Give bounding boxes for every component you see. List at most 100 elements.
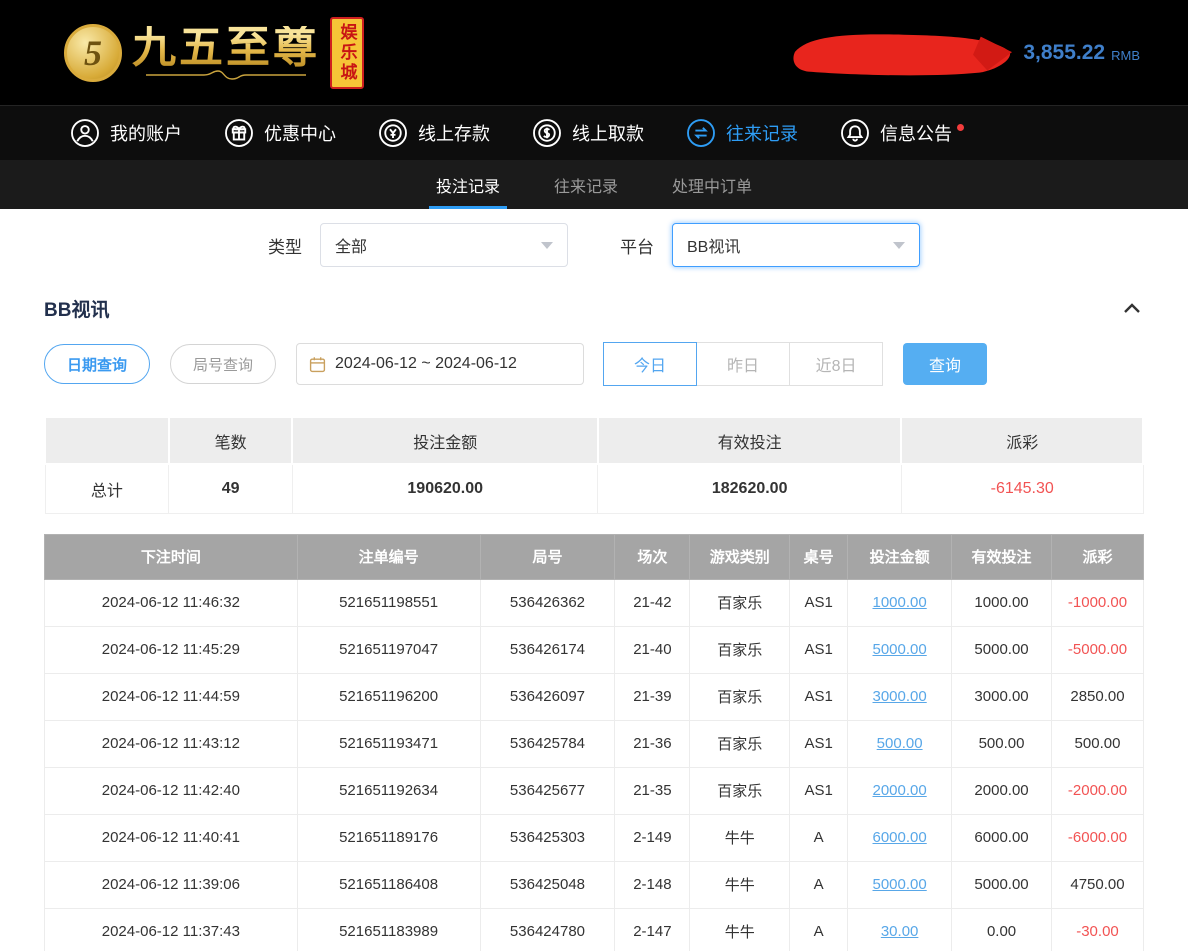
bet-id-cell: 521651183989 — [297, 908, 480, 951]
header-game-type: 游戏类别 — [690, 534, 790, 579]
page: 5 九五至尊 娱乐城 3,855.22 RMB — [0, 0, 1188, 951]
payout-cell: 4750.00 — [1052, 861, 1144, 908]
balance-amount: 3,855.22 — [1023, 41, 1105, 65]
summary-header-payout: 派彩 — [901, 417, 1143, 464]
round-query-button[interactable]: 局号查询 — [170, 344, 276, 384]
game-type-cell: 牛牛 — [690, 908, 790, 951]
round-no-cell: 536425303 — [480, 814, 615, 861]
table-no-cell: AS1 — [790, 579, 848, 626]
chevron-down-icon — [541, 242, 553, 249]
payout-cell: 500.00 — [1052, 720, 1144, 767]
nav-item-records[interactable]: 往来记录 — [686, 118, 798, 148]
table-no-cell: AS1 — [790, 673, 848, 720]
valid-bet-cell: 500.00 — [952, 720, 1052, 767]
bet-amount-link[interactable]: 2000.00 — [873, 782, 927, 799]
table-no-cell: A — [790, 861, 848, 908]
session-cell: 2-147 — [615, 908, 690, 951]
yesterday-button[interactable]: 昨日 — [696, 342, 790, 386]
table-header-row: 下注时间 注单编号 局号 场次 游戏类别 桌号 投注金额 有效投注 派彩 — [45, 534, 1144, 579]
session-cell: 21-39 — [615, 673, 690, 720]
nav-label: 线上取款 — [572, 120, 644, 146]
type-select[interactable]: 全部 — [320, 223, 568, 267]
round-no-cell: 536425784 — [480, 720, 615, 767]
payout-cell: -1000.00 — [1052, 579, 1144, 626]
game-type-cell: 百家乐 — [690, 626, 790, 673]
section-header: BB视讯 — [44, 295, 1144, 322]
summary-header-row: 笔数 投注金额 有效投注 派彩 — [45, 417, 1143, 464]
summary-header-blank — [45, 417, 169, 464]
bet-amount-link[interactable]: 30.00 — [881, 923, 919, 940]
game-type-cell: 百家乐 — [690, 579, 790, 626]
payout-cell: 2850.00 — [1052, 673, 1144, 720]
round-no-cell: 536425048 — [480, 861, 615, 908]
main-content: 类型 全部 平台 BB视讯 BB视讯 日期查询 局号查询 — [0, 223, 1188, 951]
game-type-cell: 牛牛 — [690, 861, 790, 908]
bet-time-cell: 2024-06-12 11:37:43 — [45, 908, 298, 951]
bet-amount-link[interactable]: 5000.00 — [873, 641, 927, 658]
nav-item-deposit[interactable]: 线上存款 — [378, 118, 490, 148]
bet-amount-link[interactable]: 3000.00 — [873, 688, 927, 705]
valid-bet-cell: 6000.00 — [952, 814, 1052, 861]
bet-id-cell: 521651196200 — [297, 673, 480, 720]
bell-icon — [840, 118, 870, 148]
session-cell: 21-35 — [615, 767, 690, 814]
bet-time-cell: 2024-06-12 11:42:40 — [45, 767, 298, 814]
summary-total-row: 总计 49 190620.00 182620.00 -6145.30 — [45, 464, 1143, 513]
date-range-input[interactable]: 2024-06-12 ~ 2024-06-12 — [296, 343, 584, 385]
nav-item-promotions[interactable]: 优惠中心 — [224, 118, 336, 148]
bet-amount-link[interactable]: 500.00 — [877, 735, 923, 752]
platform-filter-label: 平台 — [620, 233, 654, 258]
platform-select[interactable]: BB视讯 — [672, 223, 920, 267]
nav-item-withdraw[interactable]: 线上取款 — [532, 118, 644, 148]
nav-label: 我的账户 — [110, 120, 182, 146]
header-bet-time: 下注时间 — [45, 534, 298, 579]
bet-table-body: 2024-06-12 11:46:32521651198551536426362… — [45, 579, 1144, 951]
search-button[interactable]: 查询 — [903, 343, 987, 385]
today-button[interactable]: 今日 — [603, 342, 697, 386]
session-cell: 2-149 — [615, 814, 690, 861]
header-round-no: 局号 — [480, 534, 615, 579]
bet-amount-link[interactable]: 1000.00 — [873, 594, 927, 611]
tab-bet-records[interactable]: 投注记录 — [433, 160, 503, 209]
bet-time-cell: 2024-06-12 11:46:32 — [45, 579, 298, 626]
section-title: BB视讯 — [44, 295, 109, 322]
balance-area: 3,855.22 RMB — [791, 28, 1140, 78]
summary-table: 笔数 投注金额 有效投注 派彩 总计 49 190620.00 182620.0… — [44, 416, 1144, 514]
game-type-cell: 百家乐 — [690, 767, 790, 814]
bet-amount-cell: 5000.00 — [848, 626, 952, 673]
table-no-cell: AS1 — [790, 720, 848, 767]
chevron-up-icon — [1120, 297, 1144, 321]
date-query-button[interactable]: 日期查询 — [44, 344, 150, 384]
tab-processing-orders[interactable]: 处理中订单 — [669, 160, 755, 209]
nav-item-my-account[interactable]: 我的账户 — [70, 118, 182, 148]
bet-amount-link[interactable]: 5000.00 — [873, 876, 927, 893]
session-cell: 21-42 — [615, 579, 690, 626]
quick-date-group: 今日 昨日 近8日 — [604, 342, 883, 386]
tab-transaction-records[interactable]: 往来记录 — [551, 160, 621, 209]
bet-amount-cell: 5000.00 — [848, 861, 952, 908]
main-nav: 我的账户 优惠中心 线上存款 — [0, 105, 1188, 160]
bet-amount-cell: 6000.00 — [848, 814, 952, 861]
game-type-cell: 牛牛 — [690, 814, 790, 861]
brand-name: 九五至尊 — [132, 26, 320, 70]
summary-header-valid-bet: 有效投注 — [598, 417, 901, 464]
table-no-cell: AS1 — [790, 626, 848, 673]
nav-label: 信息公告 — [880, 120, 952, 146]
site-logo[interactable]: 5 九五至尊 娱乐城 — [64, 17, 364, 89]
round-no-cell: 536426362 — [480, 579, 615, 626]
nav-item-announcements[interactable]: 信息公告 — [840, 118, 952, 148]
brand-badge: 娱乐城 — [330, 17, 364, 89]
payout-cell: -5000.00 — [1052, 626, 1144, 673]
summary-payout: -6145.30 — [901, 464, 1143, 513]
nav-label: 往来记录 — [726, 120, 798, 146]
table-no-cell: AS1 — [790, 767, 848, 814]
bet-id-cell: 521651198551 — [297, 579, 480, 626]
last-8-days-button[interactable]: 近8日 — [789, 342, 883, 386]
bet-id-cell: 521651189176 — [297, 814, 480, 861]
redaction-scribble — [791, 26, 1014, 80]
collapse-section-button[interactable] — [1120, 297, 1144, 321]
header-table-no: 桌号 — [790, 534, 848, 579]
bet-time-cell: 2024-06-12 11:40:41 — [45, 814, 298, 861]
header-session: 场次 — [615, 534, 690, 579]
bet-amount-link[interactable]: 6000.00 — [873, 829, 927, 846]
